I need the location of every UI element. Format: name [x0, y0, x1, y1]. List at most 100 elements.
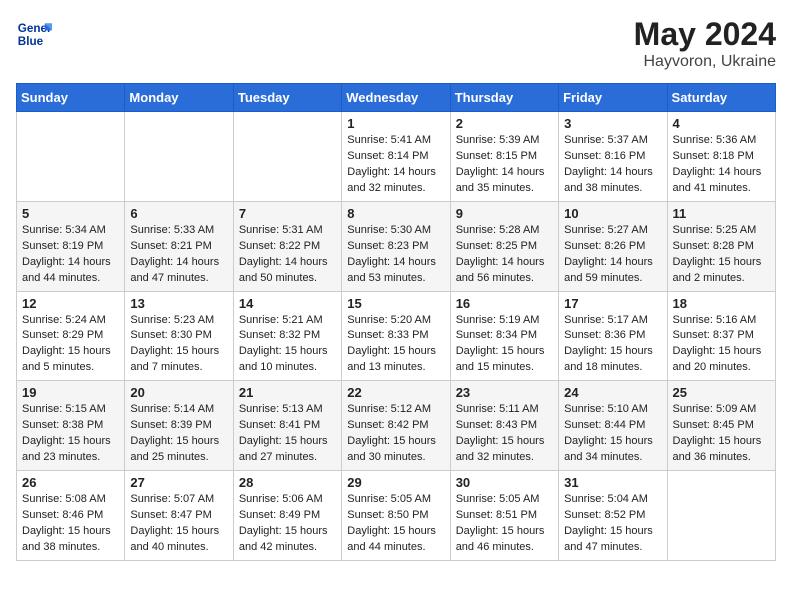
day-info: Sunrise: 5:34 AM Sunset: 8:19 PM Dayligh… [22, 223, 119, 287]
day-info: Sunrise: 5:31 AM Sunset: 8:22 PM Dayligh… [239, 223, 336, 287]
day-number: 26 [22, 475, 119, 490]
day-info: Sunrise: 5:08 AM Sunset: 8:46 PM Dayligh… [22, 492, 119, 556]
calendar-cell: 23Sunrise: 5:11 AM Sunset: 8:43 PM Dayli… [450, 381, 558, 471]
calendar-cell: 15 Sunrise: 5:20 AM Sunset: 8:33 PM Dayli… [342, 291, 450, 381]
day-number: 10 [564, 206, 661, 221]
day-number: 9 [456, 206, 553, 221]
day-info: Sunrise: 5:37 AM Sunset: 8:16 PM Dayligh… [564, 133, 661, 197]
calendar-table: Sunday Monday Tuesday Wednesday Thursday… [16, 83, 776, 561]
calendar-cell: 25 Sunrise: 5:09 AM Sunset: 8:45 PM Dayli… [667, 381, 775, 471]
calendar-cell [233, 112, 341, 202]
day-number: 23 [456, 385, 553, 400]
day-number: 29 [347, 475, 444, 490]
col-friday: Friday [559, 84, 667, 112]
day-info: Sunrise: 5:25 AM Sunset: 8:28 PM Dayligh… [673, 223, 770, 287]
day-number: 7 [239, 206, 336, 221]
day-info: Sunrise: 5:28 AM Sunset: 8:25 PM Dayligh… [456, 223, 553, 287]
calendar-cell: 19 Sunrise: 5:15 AM Sunset: 8:38 PM Dayli… [17, 381, 125, 471]
day-number: 15 [347, 296, 444, 311]
calendar-week-row: 5Sunrise: 5:34 AM Sunset: 8:19 PM Daylig… [17, 201, 776, 291]
calendar-week-row: 19 Sunrise: 5:15 AM Sunset: 8:38 PM Dayli… [17, 381, 776, 471]
day-info: Sunrise: 5:05 AM Sunset: 8:50 PM Dayligh… [347, 492, 444, 556]
calendar-cell: 7 Sunrise: 5:31 AM Sunset: 8:22 PM Daylig… [233, 201, 341, 291]
calendar-cell: 29 Sunrise: 5:05 AM Sunset: 8:50 PM Dayli… [342, 471, 450, 561]
day-number: 21 [239, 385, 336, 400]
day-number: 25 [673, 385, 770, 400]
col-monday: Monday [125, 84, 233, 112]
calendar-cell: 2 Sunrise: 5:39 AM Sunset: 8:15 PM Daylig… [450, 112, 558, 202]
calendar-cell: 27 Sunrise: 5:07 AM Sunset: 8:47 PM Dayli… [125, 471, 233, 561]
day-info: Sunrise: 5:04 AM Sunset: 8:52 PM Dayligh… [564, 492, 661, 556]
svg-text:Blue: Blue [18, 35, 44, 48]
day-number: 27 [130, 475, 227, 490]
day-info: Sunrise: 5:17 AM Sunset: 8:36 PM Dayligh… [564, 313, 661, 377]
calendar-cell [17, 112, 125, 202]
day-info: Sunrise: 5:21 AM Sunset: 8:32 PM Dayligh… [239, 313, 336, 377]
calendar-week-row: 26 Sunrise: 5:08 AM Sunset: 8:46 PM Dayli… [17, 471, 776, 561]
day-info: Sunrise: 5:14 AM Sunset: 8:39 PM Dayligh… [130, 402, 227, 466]
calendar-cell: 6 Sunrise: 5:33 AM Sunset: 8:21 PM Daylig… [125, 201, 233, 291]
day-info: Sunrise: 5:39 AM Sunset: 8:15 PM Dayligh… [456, 133, 553, 197]
calendar-cell: 12Sunrise: 5:24 AM Sunset: 8:29 PM Dayli… [17, 291, 125, 381]
calendar-cell: 4 Sunrise: 5:36 AM Sunset: 8:18 PM Daylig… [667, 112, 775, 202]
page-header: General Blue May 2024 Hayvoron, Ukraine [16, 16, 776, 71]
col-tuesday: Tuesday [233, 84, 341, 112]
day-info: Sunrise: 5:30 AM Sunset: 8:23 PM Dayligh… [347, 223, 444, 287]
calendar-week-row: 1Sunrise: 5:41 AM Sunset: 8:14 PM Daylig… [17, 112, 776, 202]
col-saturday: Saturday [667, 84, 775, 112]
calendar-cell: 1Sunrise: 5:41 AM Sunset: 8:14 PM Daylig… [342, 112, 450, 202]
day-info: Sunrise: 5:23 AM Sunset: 8:30 PM Dayligh… [130, 313, 227, 377]
day-info: Sunrise: 5:05 AM Sunset: 8:51 PM Dayligh… [456, 492, 553, 556]
day-number: 22 [347, 385, 444, 400]
calendar-cell: 10 Sunrise: 5:27 AM Sunset: 8:26 PM Dayli… [559, 201, 667, 291]
day-info: Sunrise: 5:16 AM Sunset: 8:37 PM Dayligh… [673, 313, 770, 377]
day-info: Sunrise: 5:20 AM Sunset: 8:33 PM Dayligh… [347, 313, 444, 377]
day-number: 2 [456, 116, 553, 131]
calendar-cell: 31 Sunrise: 5:04 AM Sunset: 8:52 PM Dayli… [559, 471, 667, 561]
day-number: 17 [564, 296, 661, 311]
day-number: 31 [564, 475, 661, 490]
logo-icon: General Blue [16, 16, 52, 52]
calendar-header-row: Sunday Monday Tuesday Wednesday Thursday… [17, 84, 776, 112]
day-number: 14 [239, 296, 336, 311]
day-number: 28 [239, 475, 336, 490]
day-number: 8 [347, 206, 444, 221]
calendar-cell: 11 Sunrise: 5:25 AM Sunset: 8:28 PM Dayli… [667, 201, 775, 291]
day-info: Sunrise: 5:19 AM Sunset: 8:34 PM Dayligh… [456, 313, 553, 377]
day-info: Sunrise: 5:06 AM Sunset: 8:49 PM Dayligh… [239, 492, 336, 556]
day-info: Sunrise: 5:36 AM Sunset: 8:18 PM Dayligh… [673, 133, 770, 197]
calendar-cell: 13 Sunrise: 5:23 AM Sunset: 8:30 PM Dayli… [125, 291, 233, 381]
calendar-cell: 22 Sunrise: 5:12 AM Sunset: 8:42 PM Dayli… [342, 381, 450, 471]
calendar-cell: 28 Sunrise: 5:06 AM Sunset: 8:49 PM Dayli… [233, 471, 341, 561]
month-year: May 2024 [634, 16, 776, 53]
day-number: 20 [130, 385, 227, 400]
calendar-cell: 18Sunrise: 5:16 AM Sunset: 8:37 PM Dayli… [667, 291, 775, 381]
calendar-cell: 17 Sunrise: 5:17 AM Sunset: 8:36 PM Dayli… [559, 291, 667, 381]
location: Hayvoron, Ukraine [634, 53, 776, 71]
day-info: Sunrise: 5:33 AM Sunset: 8:21 PM Dayligh… [130, 223, 227, 287]
title-block: May 2024 Hayvoron, Ukraine [634, 16, 776, 71]
day-info: Sunrise: 5:12 AM Sunset: 8:42 PM Dayligh… [347, 402, 444, 466]
day-info: Sunrise: 5:24 AM Sunset: 8:29 PM Dayligh… [22, 313, 119, 377]
day-number: 24 [564, 385, 661, 400]
day-info: Sunrise: 5:15 AM Sunset: 8:38 PM Dayligh… [22, 402, 119, 466]
day-number: 4 [673, 116, 770, 131]
calendar-week-row: 12Sunrise: 5:24 AM Sunset: 8:29 PM Dayli… [17, 291, 776, 381]
day-number: 6 [130, 206, 227, 221]
calendar-cell [125, 112, 233, 202]
day-number: 1 [347, 116, 444, 131]
calendar-cell [667, 471, 775, 561]
day-number: 13 [130, 296, 227, 311]
col-wednesday: Wednesday [342, 84, 450, 112]
calendar-cell: 26 Sunrise: 5:08 AM Sunset: 8:46 PM Dayli… [17, 471, 125, 561]
day-number: 3 [564, 116, 661, 131]
calendar-cell: 14 Sunrise: 5:21 AM Sunset: 8:32 PM Dayli… [233, 291, 341, 381]
calendar-cell: 30Sunrise: 5:05 AM Sunset: 8:51 PM Dayli… [450, 471, 558, 561]
day-info: Sunrise: 5:09 AM Sunset: 8:45 PM Dayligh… [673, 402, 770, 466]
day-number: 19 [22, 385, 119, 400]
calendar-cell: 9 Sunrise: 5:28 AM Sunset: 8:25 PM Daylig… [450, 201, 558, 291]
day-number: 11 [673, 206, 770, 221]
calendar-cell: 16Sunrise: 5:19 AM Sunset: 8:34 PM Dayli… [450, 291, 558, 381]
day-info: Sunrise: 5:07 AM Sunset: 8:47 PM Dayligh… [130, 492, 227, 556]
day-info: Sunrise: 5:27 AM Sunset: 8:26 PM Dayligh… [564, 223, 661, 287]
